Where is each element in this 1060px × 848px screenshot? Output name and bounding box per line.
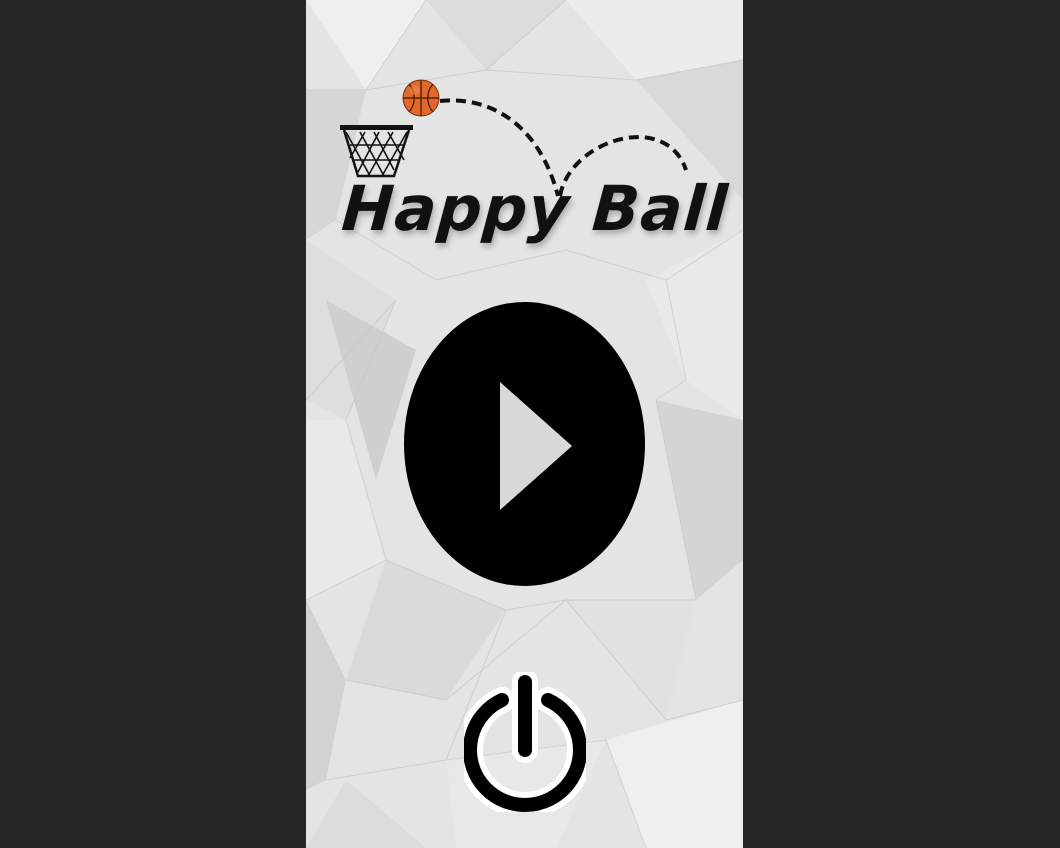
screen: Happy Ball bbox=[0, 0, 1060, 848]
play-icon bbox=[500, 382, 572, 510]
basketball-hoop-icon bbox=[340, 125, 413, 178]
game-panel: Happy Ball bbox=[306, 0, 743, 848]
power-icon[interactable] bbox=[464, 672, 586, 812]
logo-artwork bbox=[340, 79, 688, 197]
basketball-icon bbox=[402, 79, 440, 117]
game-title: Happy Ball bbox=[339, 172, 731, 245]
play-button[interactable] bbox=[404, 302, 645, 586]
